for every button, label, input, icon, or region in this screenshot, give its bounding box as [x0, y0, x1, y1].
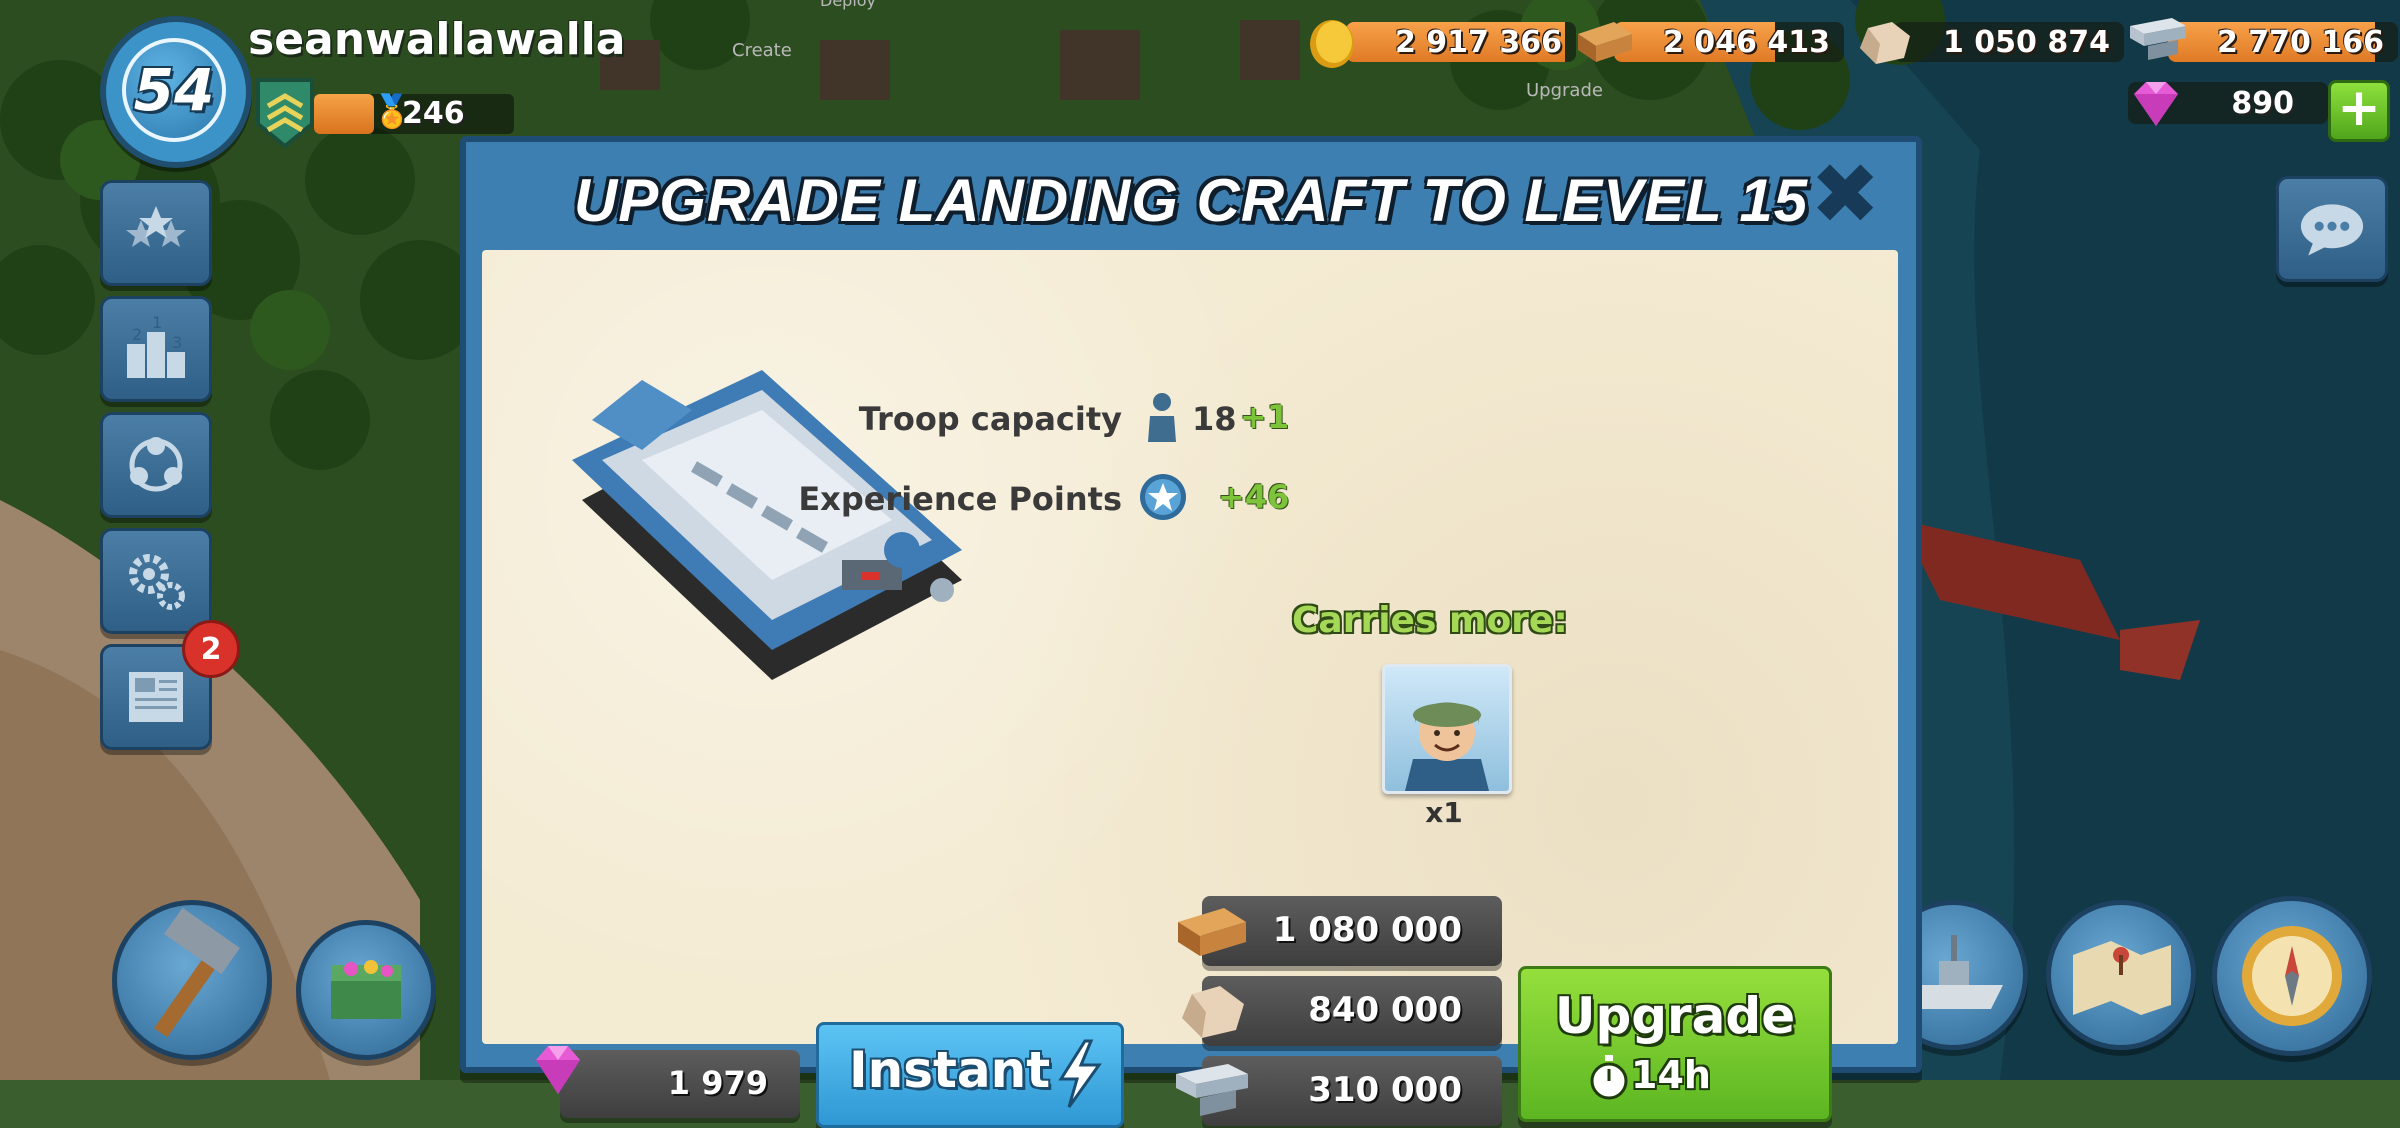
stone-bar: 1 050 874: [1894, 22, 2124, 62]
stopwatch-icon: [1590, 1055, 1628, 1100]
hammer-icon: [154, 907, 240, 1038]
instant-gem-cost: 1 979: [560, 1050, 800, 1118]
compass-button[interactable]: [2212, 896, 2372, 1056]
map-icon: [2073, 941, 2171, 1015]
sidebar-item-task-force[interactable]: [100, 412, 212, 518]
carries-more-label: Carries more:: [1292, 600, 1568, 641]
player-level-badge[interactable]: 54: [100, 16, 252, 168]
sidebar-item-stars[interactable]: [100, 180, 212, 286]
diamond-icon: [2134, 82, 2178, 126]
instant-button[interactable]: Instant: [816, 1022, 1124, 1128]
stat-troop-capacity-label: Troop capacity: [858, 400, 1122, 438]
wood-value: 2 046 413: [1662, 25, 1830, 60]
player-level: 54: [133, 56, 215, 124]
gold-bar: 2 917 366: [1346, 22, 1576, 62]
stone-value: 1 050 874: [1942, 25, 2110, 60]
news-notification-badge: 2: [182, 620, 240, 678]
cost-stone-value: 840 000: [1308, 990, 1462, 1030]
newspaper-icon: [129, 672, 183, 722]
stat-experience-label: Experience Points: [798, 480, 1122, 518]
gold-coin-icon: [1310, 20, 1354, 68]
cost-iron: 310 000: [1176, 1056, 1502, 1126]
rifleman-portrait: [1405, 702, 1489, 791]
cost-stone: 840 000: [1182, 976, 1502, 1046]
cost-iron-value: 310 000: [1308, 1070, 1462, 1110]
wood-icon: [1578, 22, 1632, 62]
star-icon: [126, 206, 186, 247]
stat-troop-capacity-bonus: +1: [1240, 398, 1290, 436]
iron-icon: [2130, 18, 2186, 60]
upgrade-button-label: Upgrade: [1554, 987, 1796, 1045]
sidebar-item-leaderboard[interactable]: 2 1 3: [100, 296, 212, 402]
xp-star-icon: [1140, 474, 1186, 520]
leaderboard-icon: 2 1 3: [127, 314, 185, 378]
svg-text:3: 3: [172, 333, 182, 352]
unit-count: x1: [1425, 796, 1463, 829]
stat-experience-bonus: +46: [1218, 478, 1290, 516]
iron-bar: 2 770 166: [2168, 22, 2398, 62]
instant-button-label: Instant: [849, 1041, 1051, 1099]
treasure-chest-icon: [331, 960, 401, 1019]
player-name[interactable]: seanwallawalla: [248, 14, 625, 65]
instant-gem-cost-value: 1 979: [667, 1064, 768, 1102]
dialog-title: UPGRADE LANDING CRAFT TO LEVEL 15: [573, 167, 1809, 234]
buy-diamonds-button[interactable]: +: [2328, 80, 2390, 142]
medal-count: 246: [402, 96, 465, 131]
iron-value: 2 770 166: [2216, 25, 2384, 60]
stone-icon: [1182, 986, 1244, 1038]
rifleman-unit-card[interactable]: [1382, 664, 1512, 794]
wood-icon: [1178, 908, 1246, 956]
dialog-body: Troop capacity 18 +1 Experience Points +…: [482, 250, 1898, 1128]
troop-icon: [1148, 393, 1176, 442]
chat-button[interactable]: [2276, 176, 2388, 282]
gold-value: 2 917 366: [1394, 25, 1562, 60]
rank-chevron-icon[interactable]: [254, 76, 316, 150]
stat-troop-capacity-value: 18: [1192, 400, 1237, 438]
compass-icon: [2242, 926, 2342, 1026]
svg-text:1: 1: [152, 314, 162, 332]
diamond-icon: [536, 1046, 580, 1094]
upgrade-time: 14h: [1631, 1053, 1711, 1097]
stone-icon: [1860, 22, 1910, 64]
sidebar-item-settings[interactable]: [100, 528, 212, 634]
cost-wood-value: 1 080 000: [1272, 910, 1462, 950]
settings-icon: [129, 554, 185, 610]
medal-progress-fill: [314, 94, 374, 134]
map-button[interactable]: [2046, 900, 2196, 1050]
diamond-value: 890: [2231, 86, 2294, 121]
wood-bar: 2 046 413: [1614, 22, 1844, 62]
treasure-button[interactable]: [296, 920, 436, 1060]
close-button[interactable]: ✖: [1810, 152, 1880, 236]
task-force-icon: [129, 437, 183, 492]
chat-bubble-icon: [2300, 204, 2364, 256]
build-button[interactable]: [112, 900, 272, 1060]
upgrade-dialog: UPGRADE LANDING CRAFT TO LEVEL 15 ✖ Troo…: [460, 136, 1922, 1128]
upgrade-button[interactable]: Upgrade 14h: [1518, 966, 1832, 1122]
cost-wood: 1 080 000: [1178, 896, 1502, 966]
medal-progress-bar: 🏅 246: [314, 92, 514, 134]
svg-text:2: 2: [132, 325, 142, 344]
player-level-inner: 54: [122, 38, 226, 142]
close-icon: ✖: [1810, 145, 1881, 243]
iron-icon: [1176, 1064, 1248, 1116]
lightning-icon: [1058, 1039, 1102, 1108]
